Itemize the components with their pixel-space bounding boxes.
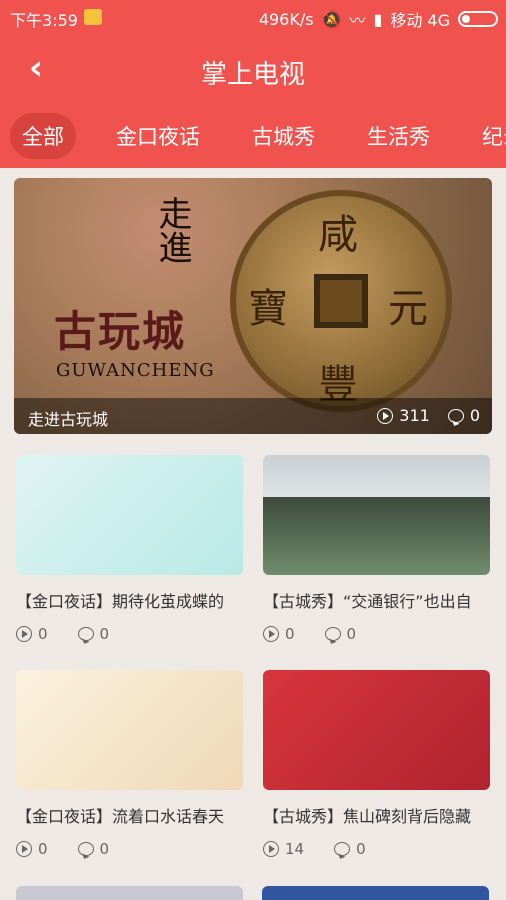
play-count-icon [263,841,279,857]
video-title[interactable]: 【古城秀】焦山碑刻背后隐藏 [263,803,503,827]
banner-stats: 311 0 [377,406,480,425]
video-thumbnail[interactable] [263,455,490,575]
play-count-icon [16,626,32,642]
video-card-peek[interactable] [262,886,489,900]
video-plays: 0 [263,625,295,643]
video-title[interactable]: 【古城秀】“交通银行”也出自 [263,588,503,612]
comment-icon [447,408,464,423]
banner-vertical-text: 走進 [152,196,192,264]
comment-count: 0 [356,840,366,858]
banner-english-text: GUWANCHENG [56,360,215,381]
banner-play-count: 311 [399,406,430,425]
banner-comments: 0 [447,406,480,425]
coin-char-top: 咸 [318,212,358,258]
featured-banner[interactable]: 走進 古玩城 GUWANCHENG 咸 豐 元 寶 走进古玩城 311 0 [14,178,492,434]
weibo-app-icon [84,9,102,25]
tab-all[interactable]: 全部 [10,113,76,159]
tab-jilu[interactable]: 纪录 [470,113,506,159]
play-count: 0 [38,840,48,858]
video-card[interactable]: 【金口夜话】期待化茧成蝶的 0 0 [16,455,243,655]
video-plays: 14 [263,840,304,858]
play-count-icon [263,626,279,642]
video-card[interactable]: 【古城秀】“交通银行”也出自 0 0 [263,455,490,655]
video-comments: 0 [77,840,110,858]
play-count-icon [377,407,394,424]
carrier: 移动 4G [390,11,450,30]
battery-icon [458,11,498,27]
network-speed: 496K/s [258,9,314,29]
video-comments: 0 [334,840,366,858]
video-thumbnail[interactable] [16,455,243,575]
video-comments: 0 [77,625,110,643]
comment-icon [77,842,94,856]
play-count: 14 [285,840,305,858]
comment-count: 0 [99,840,110,858]
tab-shenghuo-xiu[interactable]: 生活秀 [355,113,442,159]
comment-count: 0 [99,625,110,643]
video-comments: 0 [324,625,357,643]
category-tabs: 全部 金口夜话 古城秀 生活秀 纪录 [0,104,506,168]
comment-icon [334,842,351,856]
banner-main-text: 古玩城 [54,307,187,356]
status-right-group: 496K/s 🔕 〰 ▮ 移动 4G [259,7,498,31]
video-thumbnail[interactable] [16,670,243,790]
play-count: 0 [285,625,295,643]
video-title[interactable]: 【金口夜话】流着口水话春天 [16,803,256,827]
video-stats: 0 0 [16,840,109,858]
coin-char-left: 寶 [248,286,288,332]
page-title: 掌上电视 [200,60,305,90]
banner-title: 走进古玩城 [28,410,109,429]
comment-icon [77,627,94,641]
tab-gucheng-xiu[interactable]: 古城秀 [240,113,327,159]
coin-image: 咸 豐 元 寶 [230,190,452,412]
coin-char-right: 元 [388,286,428,332]
signal-icon: ▮ [373,9,383,29]
banner-comment-count: 0 [469,406,480,425]
video-stats: 0 0 [263,625,356,643]
video-card[interactable]: 【古城秀】焦山碑刻背后隐藏 14 0 [263,670,490,870]
video-thumbnail[interactable] [263,670,490,790]
coin-square-hole [314,274,368,328]
banner-caption: 走进古玩城 311 0 [14,398,492,434]
app-header: ‹ 掌上电视 [0,34,506,104]
play-count-icon [16,841,32,857]
wifi-icon: 〰 [349,11,366,30]
comment-count: 0 [346,625,357,643]
video-card[interactable]: 【金口夜话】流着口水话春天 0 0 [16,670,243,870]
video-stats: 0 0 [16,625,109,643]
video-stats: 14 0 [263,840,366,858]
status-bar: 下午3:59 496K/s 🔕 〰 ▮ 移动 4G [0,0,506,34]
video-plays: 0 [16,840,48,858]
tab-jinkou-yehua[interactable]: 金口夜话 [104,113,212,159]
comment-icon [324,627,341,641]
tabs-inner: 全部 金口夜话 古城秀 生活秀 纪录 [10,113,506,159]
video-card-peek[interactable] [16,886,243,900]
banner-plays: 311 [377,406,430,425]
video-plays: 0 [16,625,48,643]
mute-icon: 🔕 [321,9,342,29]
status-time: 下午3:59 [10,11,78,30]
video-title[interactable]: 【金口夜话】期待化茧成蝶的 [16,588,256,612]
play-count: 0 [38,625,48,643]
